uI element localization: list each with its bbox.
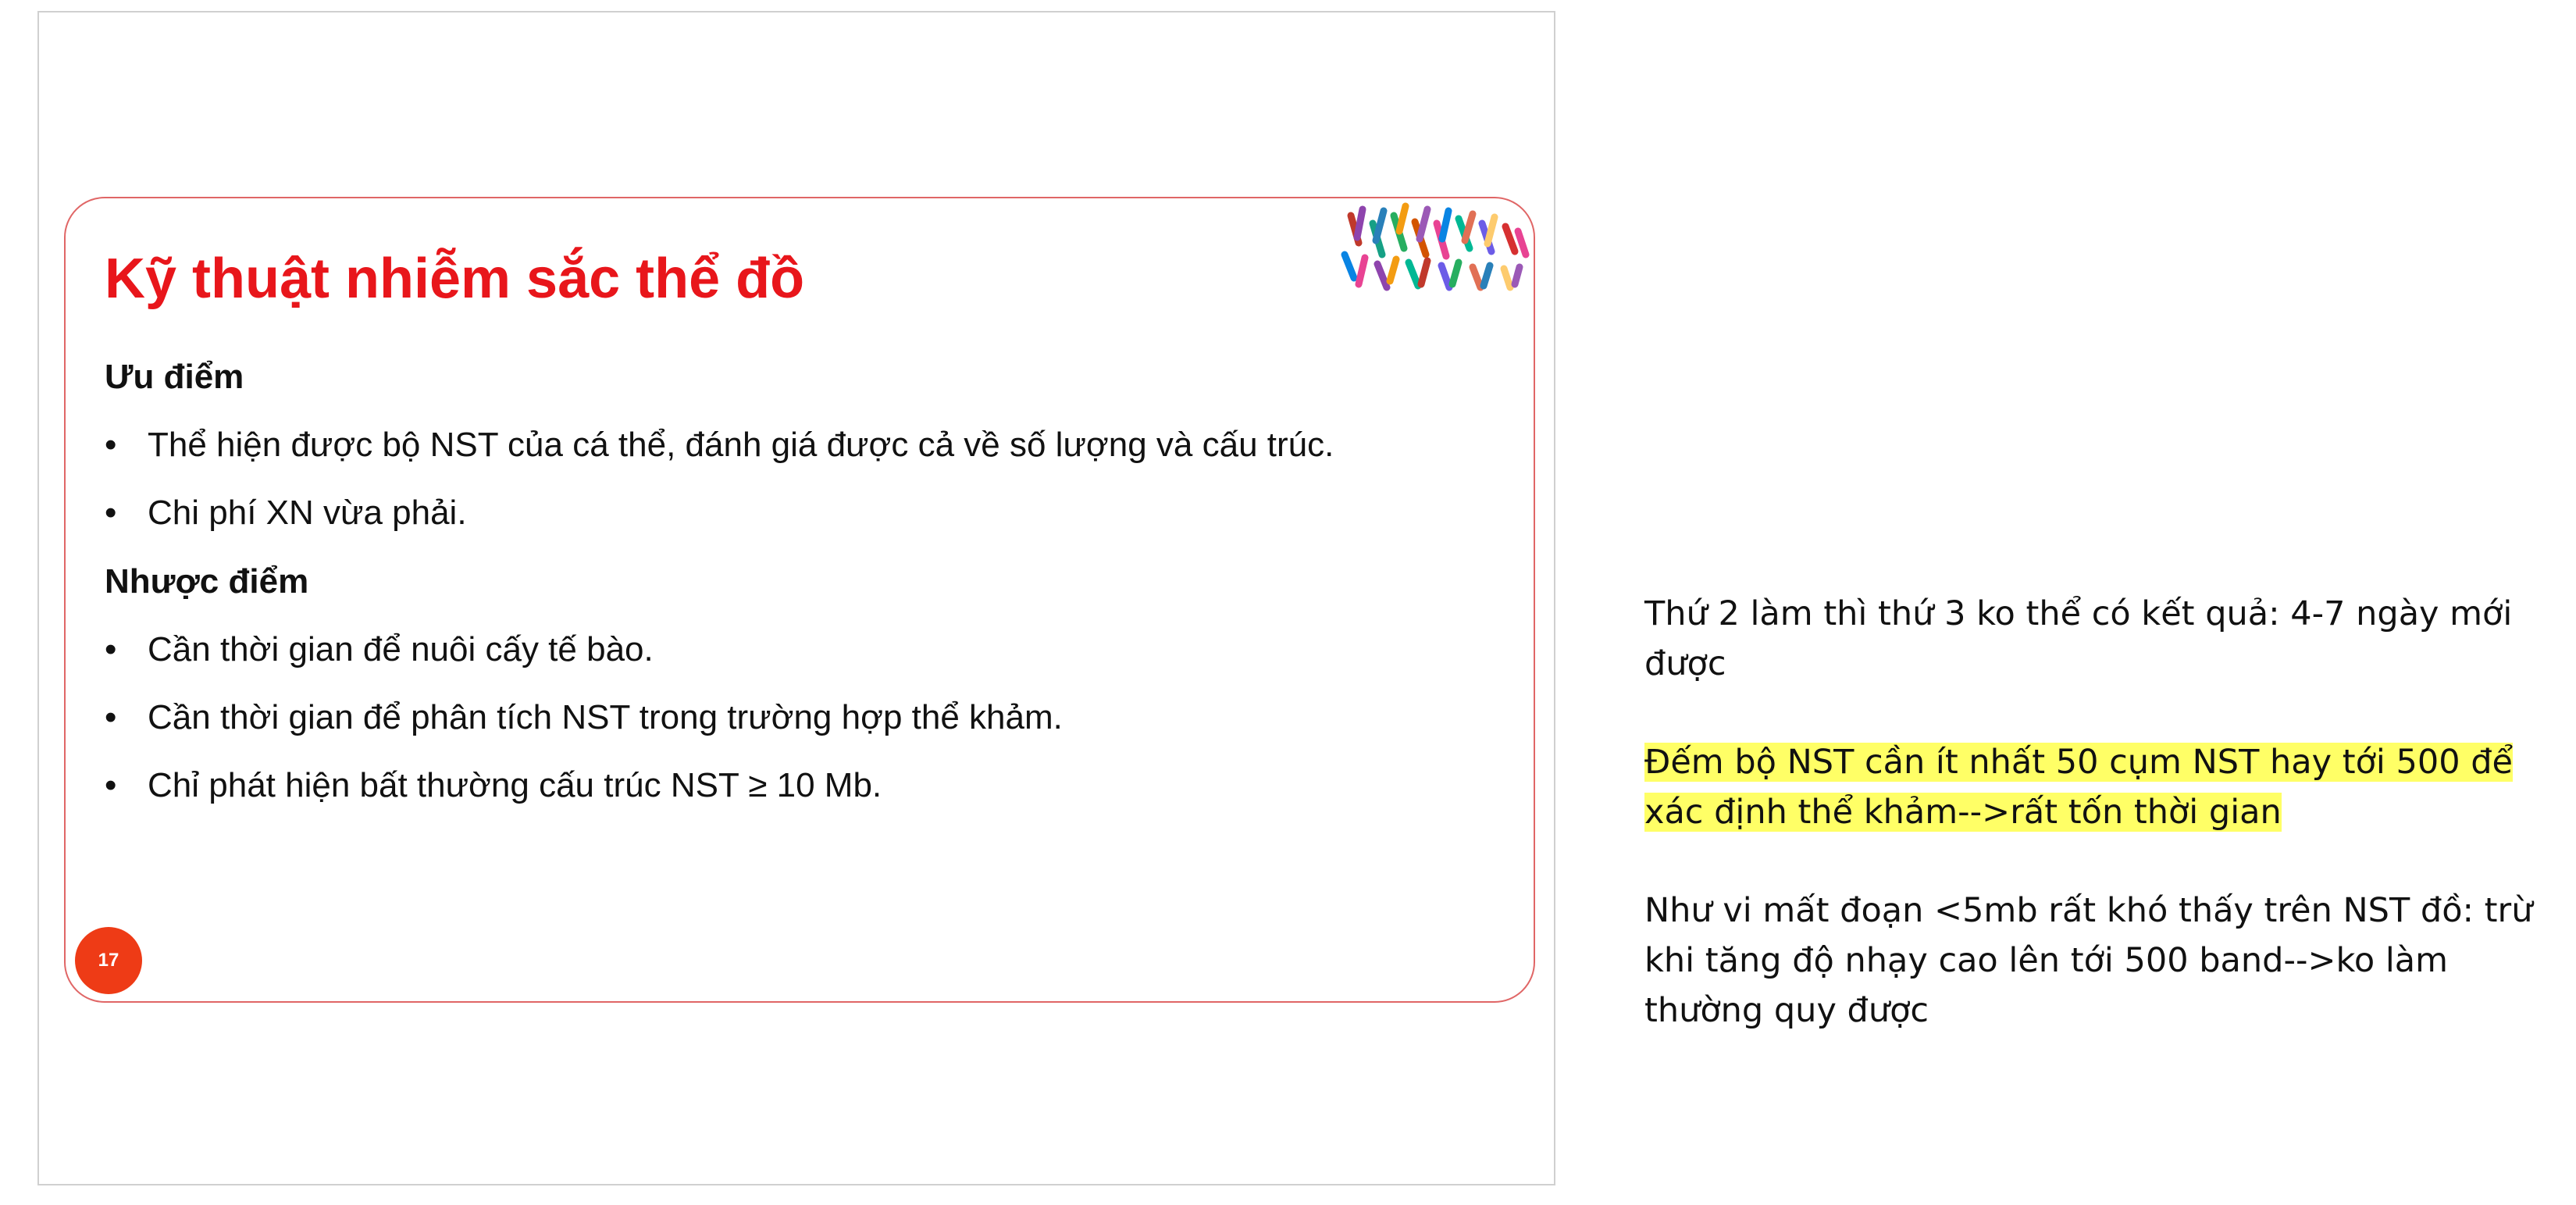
- note-line: được: [1644, 644, 1726, 683]
- bullet-icon: •: [105, 698, 117, 736]
- pros-heading: Ưu điểm: [105, 358, 244, 396]
- cons-item-text: Cần thời gian để phân tích NST trong trư…: [148, 698, 1063, 736]
- speaker-note-3: Như vi mất đoạn <5mb rất khó thấy trên N…: [1644, 886, 2542, 1036]
- bullet-icon: •: [105, 494, 117, 532]
- chromosome-icon: [1341, 202, 1530, 291]
- slide-title: Kỹ thuật nhiễm sắc thể đồ: [105, 248, 805, 310]
- note-line: khi tăng độ nhạy cao lên tới 500 band-->…: [1644, 941, 2449, 980]
- note-line: Như vi mất đoạn <5mb rất khó thấy trên N…: [1644, 891, 2533, 930]
- note-line: thường quy được: [1644, 991, 1929, 1030]
- pros-item-text: Chi phí XN vừa phải.: [148, 494, 467, 532]
- bullet-icon: •: [105, 766, 117, 804]
- note-line: xác định thể khảm-->rất tốn thời gian: [1644, 787, 2542, 837]
- bullet-icon: •: [105, 630, 117, 668]
- speaker-note-1: Thứ 2 làm thì thứ 3 ko thể có kết quả: 4…: [1644, 589, 2542, 689]
- pros-item-text: Thể hiện được bộ NST của cá thể, đánh gi…: [148, 426, 1334, 464]
- highlighted-text: xác định thể khảm-->rất tốn thời gian: [1644, 793, 2282, 832]
- bullet-icon: •: [105, 426, 117, 464]
- cons-item-text: Chỉ phát hiện bất thường cấu trúc NST ≥ …: [148, 766, 882, 804]
- speaker-note-2-highlighted: Đếm bộ NST cần ít nhất 50 cụm NST hay tớ…: [1644, 737, 2542, 837]
- cons-heading: Nhược điểm: [105, 562, 309, 601]
- page-number-badge: 17: [75, 927, 142, 994]
- cons-item-text: Cần thời gian để nuôi cấy tế bào.: [148, 630, 654, 668]
- note-line: Thứ 2 làm thì thứ 3 ko thể có kết quả: 4…: [1644, 594, 2513, 633]
- note-line: Đếm bộ NST cần ít nhất 50 cụm NST hay tớ…: [1644, 737, 2542, 787]
- highlighted-text: Đếm bộ NST cần ít nhất 50 cụm NST hay tớ…: [1644, 743, 2513, 782]
